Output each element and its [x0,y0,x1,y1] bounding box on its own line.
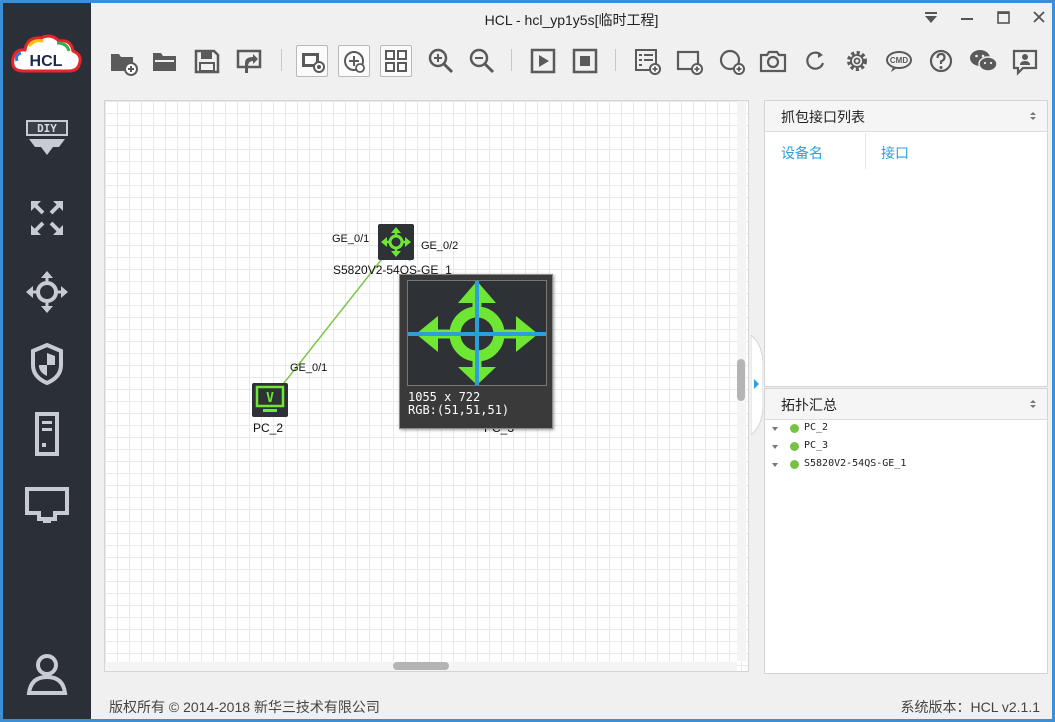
switch-icon[interactable] [378,224,414,260]
column-device-name[interactable]: 设备名 [781,143,823,163]
topology-summary-panel: 拓扑汇总 PC_2 PC_3 S5820V2-54QS-GE_1 [764,388,1048,674]
capture-interface-panel: 抓包接口列表 设备名 接口 [764,100,1048,387]
sidebar: HCL DIY [3,3,91,719]
column-interface[interactable]: 接口 [881,143,909,163]
magnified-view [407,280,547,386]
magnifier-rgb-readout: RGB:(51,51,51) [408,403,510,417]
collapse-icon[interactable] [1027,109,1039,123]
toolbar-separator [615,49,616,71]
status-dot [790,460,799,469]
pc-icon[interactable]: V [252,383,288,417]
save-icon[interactable] [191,45,223,77]
tree-item-label: PC_3 [804,440,829,451]
port-label: GE_0/2 [421,240,459,252]
monitor-icon[interactable] [21,483,73,529]
collapse-icon[interactable] [1027,397,1039,411]
add-shape-icon[interactable] [715,45,747,77]
tree-item-label: S5820V2-54QS-GE_1 [804,458,907,469]
cmd-icon[interactable]: CMD [883,45,915,77]
wechat-icon[interactable] [967,45,999,77]
shield-icon[interactable] [21,341,73,387]
panel-title: 拓扑汇总 [781,397,837,413]
horizontal-scroll-thumb[interactable] [393,662,449,670]
toolbar-separator [281,49,282,71]
panel-splitter[interactable] [750,333,764,437]
title-bar: HCL - hcl_yp1y5s[临时工程] [91,3,1052,35]
zoom-in-icon[interactable] [425,45,457,77]
svg-text:HCL: HCL [30,53,63,70]
server-icon[interactable] [21,411,73,457]
screenshot-view-icon[interactable] [296,45,328,77]
color-picker-magnifier: 1055 x 722 RGB:(51,51,51) [399,274,553,429]
panel-header: 抓包接口列表 [765,101,1047,132]
panel-header: 拓扑汇总 [765,389,1047,420]
capture-list-icon[interactable] [631,45,663,77]
port-label: GE_0/1 [332,233,370,245]
caret-down-icon [772,427,778,431]
tree-item-label: PC_2 [804,422,829,433]
caret-down-icon [772,445,778,449]
start-icon[interactable] [527,45,559,77]
hcl-logo: HCL [9,31,83,83]
toolbar: CMD [91,35,1052,91]
status-dot [790,424,799,433]
panel-title: 抓包接口列表 [781,109,865,125]
column-divider [865,133,866,169]
stop-icon[interactable] [569,45,601,77]
caret-down-icon [772,463,778,467]
magnifier-size-readout: 1055 x 722 [408,390,481,404]
copyright-text: 版权所有 © 2014-2018 新华三技术有限公司 [109,699,380,715]
version-text: 系统版本：HCL v2.1.1 [900,699,1040,715]
app-window: HCL DIY HCL - hcl_yp1y5s[临时工程] CMD GE_0/… [0,0,1055,722]
toolbar-separator [511,49,512,71]
maximize-icon[interactable] [991,7,1015,29]
feedback-icon[interactable] [1009,45,1041,77]
status-bar: 版权所有 © 2014-2018 新华三技术有限公司 系统版本：HCL v2.1… [91,689,1052,719]
settings-icon[interactable] [841,45,873,77]
open-project-icon[interactable] [149,45,181,77]
svg-text:DIY: DIY [37,122,57,135]
refresh-icon[interactable] [799,45,831,77]
help-icon[interactable] [925,45,957,77]
add-note-icon[interactable] [673,45,705,77]
window-title: HCL - hcl_yp1y5s[临时工程] [484,12,659,28]
menu-dropdown-icon[interactable] [919,7,943,29]
svg-text:CMD: CMD [890,56,908,65]
close-icon[interactable] [1027,7,1051,29]
vertical-scroll-thumb[interactable] [737,359,745,401]
new-project-icon[interactable] [107,45,139,77]
expand-arrows-icon[interactable] [21,195,73,241]
export-icon[interactable] [233,45,265,77]
port-label: GE_0/1 [290,362,328,374]
minimize-icon[interactable] [955,7,979,29]
status-dot [790,442,799,451]
grid-view-icon[interactable] [380,45,412,77]
topology-view-icon[interactable] [338,45,370,77]
camera-icon[interactable] [757,45,789,77]
diy-icon[interactable]: DIY [21,117,73,163]
svg-text:V: V [266,391,274,406]
zoom-out-icon[interactable] [466,45,498,77]
device-label[interactable]: PC_2 [253,421,283,435]
router-icon[interactable] [21,269,73,315]
user-icon[interactable] [21,651,73,697]
